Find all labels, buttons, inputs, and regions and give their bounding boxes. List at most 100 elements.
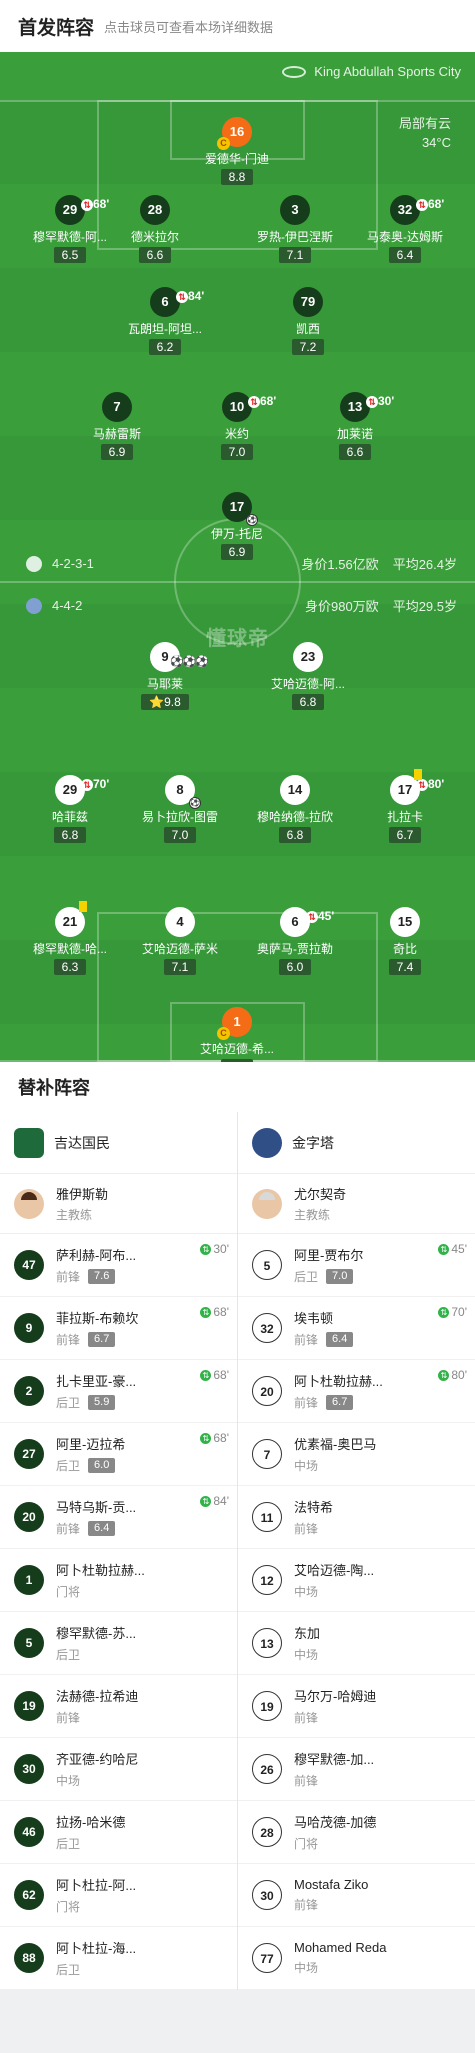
player-marker[interactable]: 29 ⇅ 70' 哈菲兹 6.8 (20, 775, 120, 844)
bench-row[interactable]: 47 萨利赫-阿布... 前锋 7.6 ⇅ 30' (0, 1234, 237, 1297)
home-bench-team[interactable]: 吉达国民 (0, 1112, 237, 1174)
player-rating: 6.7 (326, 1395, 354, 1410)
player-rating: 6.9 (100, 444, 134, 460)
player-marker[interactable]: 15 奇比 7.4 (355, 907, 455, 976)
player-number: 15 (390, 907, 420, 937)
player-rating: 7.1 (163, 959, 197, 975)
bench-row[interactable]: 30 Mostafa Ziko 前锋 (238, 1864, 475, 1927)
bench-row[interactable]: 12 艾哈迈德-陶... 中场 (238, 1549, 475, 1612)
bench-row[interactable]: 32 埃韦顿 前锋 6.4 ⇅ 70' (238, 1297, 475, 1360)
player-number-text: 21 (62, 914, 78, 929)
away-value: 身价980万欧 (304, 599, 379, 614)
player-number-text: 28 (147, 202, 163, 217)
player-marker[interactable]: 6 ⇅ 45' 奥萨马-贾拉勒 6.0 (245, 907, 345, 976)
player-position-line: 后卫 6.0 (56, 1457, 223, 1474)
player-name: 萨利赫-阿布... (56, 1248, 137, 1263)
bench-row[interactable]: 9 菲拉斯-布赖坎 前锋 6.7 ⇅ 68' (0, 1297, 237, 1360)
player-position-line: 中场 (294, 1583, 461, 1600)
substitution-icon: ⇅ (416, 198, 428, 211)
player-position: 前锋 (56, 1711, 81, 1725)
bench-row[interactable]: 7 优素福-奥巴马 中场 (238, 1423, 475, 1486)
player-marker[interactable]: 6 ⇅ 84' 瓦朗坦-阿坦... 6.2 (115, 287, 215, 356)
player-name: 马赫雷斯 (92, 427, 141, 441)
away-bench-team[interactable]: 金字塔 (238, 1112, 475, 1174)
player-marker[interactable]: 23 艾哈迈德-阿... 6.8 (258, 642, 358, 711)
bench-row[interactable]: 62 阿卜杜拉-阿... 门将 (0, 1864, 237, 1927)
bench-row[interactable]: 26 穆罕默德-加... 前锋 (238, 1738, 475, 1801)
player-rating: 6.7 (88, 1332, 116, 1347)
player-marker[interactable]: 9 ⚽⚽⚽ 马耶莱 ⭐9.8 (115, 642, 215, 711)
bench-row[interactable]: 5 穆罕默德-苏... 后卫 (0, 1612, 237, 1675)
away-team-name: 金字塔 (292, 1134, 334, 1151)
player-marker[interactable]: 3 罗热-伊巴涅斯 7.1 (245, 195, 345, 264)
sub-time: ⇅ 68' (248, 386, 276, 416)
player-marker[interactable]: 8 ⚽ 易卜拉欣-图雷 7.0 (130, 775, 230, 844)
bench-row[interactable]: 13 东加 中场 (238, 1612, 475, 1675)
player-rating: 6.8 (278, 827, 312, 843)
player-name: 奥萨马-贾拉勒 (257, 942, 333, 956)
player-marker[interactable]: 17 ⇅ 80' 扎拉卡 6.7 (355, 769, 455, 844)
bench-row[interactable]: 46 拉扬-哈米德 后卫 (0, 1801, 237, 1864)
player-name: 德米拉尔 (130, 230, 179, 244)
yellow-card-icon (414, 769, 422, 780)
player-number: 30 (252, 1880, 282, 1910)
bench-row[interactable]: 77 Mohamed Reda 中场 (238, 1927, 475, 1990)
player-position-line: 前锋 (56, 1709, 223, 1726)
player-position-line: 后卫 7.0 (294, 1268, 461, 1285)
away-coach[interactable]: 尤尔契奇 主教练 (238, 1174, 475, 1234)
player-info: 法赫德-拉希迪 前锋 (56, 1686, 223, 1726)
rating-value: 7.0 (228, 445, 246, 459)
bench-row[interactable]: 30 齐亚德-约哈尼 中场 (0, 1738, 237, 1801)
player-marker[interactable]: 21 穆罕默德-哈... 6.3 (20, 901, 120, 976)
player-position: 中场 (294, 1585, 319, 1599)
rating-value: 6.4 (396, 248, 414, 262)
sub-time: ⇅ 68' (416, 189, 444, 219)
bench-row[interactable]: 20 马特乌斯-贡... 前锋 6.4 ⇅ 84' (0, 1486, 237, 1549)
player-marker[interactable]: 16 C 爱德华-门迪 8.8 (187, 117, 287, 186)
rating-value: 6.8 (299, 695, 317, 709)
bench-row[interactable]: 2 扎卡里亚-豪... 后卫 5.9 ⇅ 68' (0, 1360, 237, 1423)
player-number-text: 1 (233, 1014, 241, 1029)
player-info: 东加 中场 (294, 1623, 461, 1663)
player-name: 穆罕默德-哈... (33, 942, 107, 956)
player-number: 5 (14, 1628, 44, 1658)
player-number: 13 ⇅ 30' (340, 392, 394, 422)
player-marker[interactable]: 7 马赫雷斯 6.9 (67, 392, 167, 461)
player-marker[interactable]: 10 ⇅ 68' 米约 7.0 (187, 392, 287, 461)
player-marker[interactable]: 28 德米拉尔 6.6 (105, 195, 205, 264)
player-marker[interactable]: 13 ⇅ 30' 加莱诺 6.6 (305, 392, 405, 461)
venue-name: King Abdullah Sports City (314, 64, 461, 79)
player-info: 阿卜杜拉-阿... 门将 (56, 1875, 223, 1915)
player-marker[interactable]: 14 穆哈纳德-拉欣 6.8 (245, 775, 345, 844)
player-position-line: 前锋 6.7 (56, 1331, 223, 1348)
bench-row[interactable]: 5 阿里-贾布尔 后卫 7.0 ⇅ 45' (238, 1234, 475, 1297)
bench-row[interactable]: 11 法特希 前锋 (238, 1486, 475, 1549)
player-position-line: 门将 (56, 1583, 223, 1600)
sub-time: ⇅ 68' (200, 1305, 229, 1319)
player-number-text: 29 (62, 202, 78, 217)
player-number-text: 4 (176, 914, 184, 929)
player-number: 12 (252, 1565, 282, 1595)
player-marker[interactable]: 17 ⚽ 伊万-托尼 6.9 (187, 492, 287, 561)
bench-row[interactable]: 19 马尔万-哈姆迪 前锋 (238, 1675, 475, 1738)
sub-time: ⇅ 70' (438, 1305, 467, 1319)
player-marker[interactable]: 4 艾哈迈德-萨米 7.1 (130, 907, 230, 976)
player-name: 穆哈纳德-拉欣 (257, 810, 333, 824)
player-position: 前锋 (294, 1396, 319, 1410)
bench-row[interactable]: 19 法赫德-拉希迪 前锋 (0, 1675, 237, 1738)
bench-row[interactable]: 1 阿卜杜勒拉赫... 门将 (0, 1549, 237, 1612)
substitution-icon: ⇅ (438, 1244, 450, 1256)
player-marker[interactable]: 79 凯西 7.2 (258, 287, 358, 356)
player-number: 4 (165, 907, 195, 937)
home-coach[interactable]: 雅伊斯勒 主教练 (0, 1174, 237, 1234)
player-marker[interactable]: 32 ⇅ 68' 马泰奥-达姆斯 6.4 (355, 195, 455, 264)
bench-row[interactable]: 27 阿里-迈拉希 后卫 6.0 ⇅ 68' (0, 1423, 237, 1486)
bench-row[interactable]: 88 阿卜杜拉-海... 后卫 (0, 1927, 237, 1990)
bench-row[interactable]: 28 马哈茂德-加德 门将 (238, 1801, 475, 1864)
substitution-icon: ⇅ (200, 1370, 212, 1382)
player-number-text: 3 (291, 202, 299, 217)
player-number-text: 17 (229, 499, 245, 514)
player-position: 后卫 (56, 1459, 81, 1473)
bench-row[interactable]: 20 阿卜杜勒拉赫... 前锋 6.7 ⇅ 80' (238, 1360, 475, 1423)
player-marker[interactable]: 1C 艾哈迈德-希... 8.9 (187, 1007, 287, 1062)
